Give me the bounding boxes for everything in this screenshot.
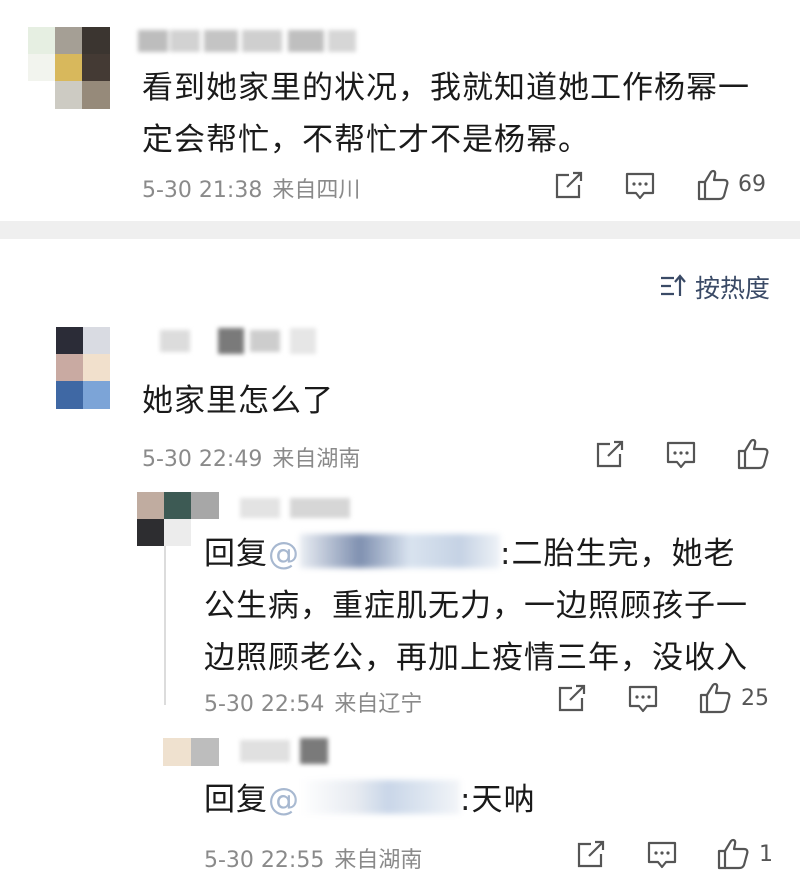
reply-prefix: 回复 <box>204 536 268 572</box>
share-icon[interactable] <box>575 840 607 870</box>
username-blurred[interactable] <box>138 26 358 54</box>
like-count: 1 <box>759 842 773 867</box>
username-blurred[interactable] <box>230 494 360 522</box>
like-count: 25 <box>741 686 769 711</box>
share-icon[interactable] <box>553 171 585 201</box>
reply-text: 回复@ :天呐 <box>204 774 764 826</box>
sort-icon[interactable] <box>659 273 687 299</box>
reply-text: 回复@:二胎生完，她老公生病，重症肌无力，一边照顾孩子一边照顾老公，再加上疫情三… <box>204 528 764 684</box>
comment-text: 看到她家里的状况，我就知道她工作杨幂一定会帮忙，不帮忙才不是杨幂。 <box>142 70 750 158</box>
reply-date: 5-30 22:55 <box>204 848 325 873</box>
share-icon[interactable] <box>594 440 626 470</box>
comment-icon[interactable] <box>646 840 678 870</box>
comment-icon[interactable] <box>624 171 656 201</box>
comment-location: 来自湖南 <box>272 447 361 472</box>
thumbs-up-icon[interactable] <box>696 168 730 202</box>
comment-date: 5-30 22:49 <box>142 447 263 472</box>
mention-blurred[interactable] <box>300 534 500 568</box>
comment-icon[interactable] <box>665 440 697 470</box>
like-count: 69 <box>738 172 766 197</box>
reply-location: 来自湖南 <box>334 848 423 873</box>
reply-date: 5-30 22:54 <box>204 692 325 717</box>
reply-content: :天呐 <box>460 782 536 818</box>
comment-date: 5-30 21:38 <box>142 178 263 203</box>
comment-meta: 5-30 21:38 来自四川 <box>142 172 360 204</box>
username-blurred[interactable] <box>230 736 360 766</box>
username-blurred[interactable] <box>140 326 340 356</box>
reply-meta: 5-30 22:55 来自湖南 <box>204 842 422 874</box>
mention-at[interactable]: @ <box>268 782 300 818</box>
comment-location: 来自四川 <box>272 178 361 203</box>
avatar[interactable] <box>163 738 219 766</box>
mention-at[interactable]: @ <box>268 536 300 572</box>
reply-prefix: 回复 <box>204 782 268 818</box>
section-divider <box>0 221 800 239</box>
avatar[interactable] <box>56 327 110 409</box>
thumbs-up-icon[interactable] <box>698 681 732 715</box>
comment-meta: 5-30 22:49 来自湖南 <box>142 441 360 473</box>
thumbs-up-icon[interactable] <box>736 437 770 471</box>
thumbs-up-icon[interactable] <box>716 837 750 871</box>
comment-text: 她家里怎么了 <box>142 383 334 419</box>
reply-thread-line <box>164 545 166 705</box>
share-icon[interactable] <box>556 684 588 714</box>
mention-blurred[interactable] <box>300 780 460 814</box>
avatar[interactable] <box>28 27 110 109</box>
sort-by-hot-button[interactable]: 按热度 <box>695 269 770 305</box>
comment-icon[interactable] <box>627 684 659 714</box>
reply-meta: 5-30 22:54 来自辽宁 <box>204 686 422 718</box>
reply-location: 来自辽宁 <box>334 692 423 717</box>
